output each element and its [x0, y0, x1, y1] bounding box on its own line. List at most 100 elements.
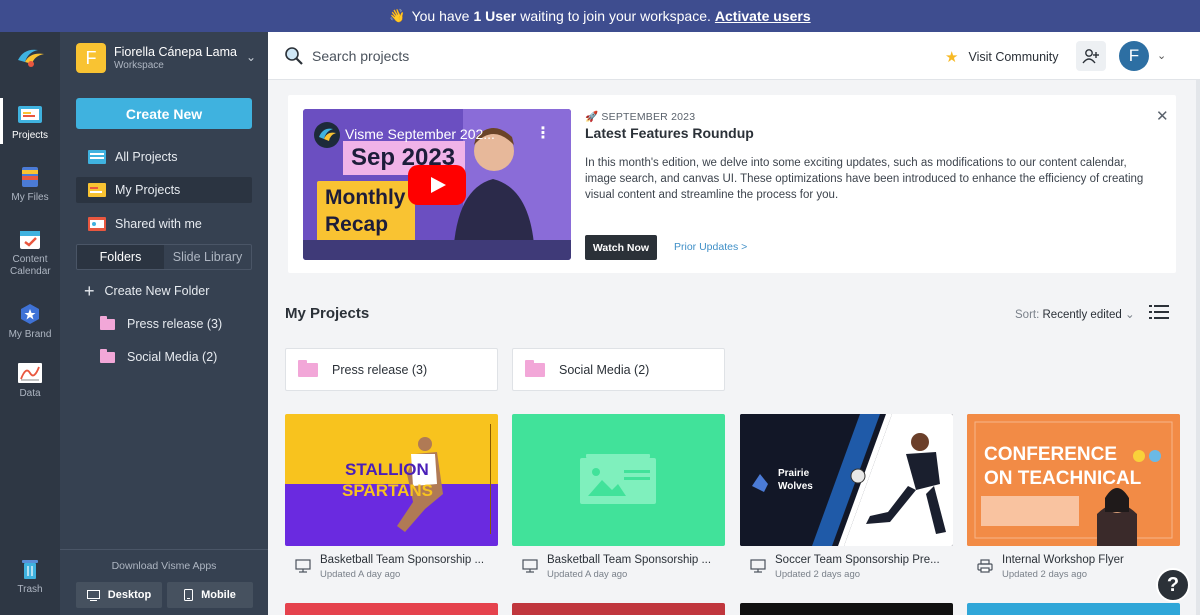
- project-card-info[interactable]: Soccer Team Sponsorship Pre... Updated 2…: [740, 553, 953, 587]
- banner-prefix: You have: [411, 8, 470, 24]
- project-title: Internal Workshop Flyer: [1002, 554, 1124, 566]
- projects-icon: [18, 106, 42, 123]
- plus-icon: +: [84, 281, 95, 301]
- phone-icon: [184, 589, 194, 601]
- close-icon[interactable]: ✕: [1156, 107, 1169, 125]
- shared-icon: [88, 217, 106, 231]
- activate-users-link[interactable]: Activate users: [715, 8, 811, 24]
- page-title: My Projects: [285, 305, 370, 322]
- more-options-icon[interactable]: ⋮: [535, 123, 551, 143]
- project-updated: Updated 2 days ago: [775, 569, 861, 580]
- rail-content-calendar[interactable]: Content Calendar: [0, 228, 60, 278]
- thumbnail-line-1: STALLION: [345, 460, 429, 479]
- project-card-info[interactable]: Internal Workshop Flyer Updated 2 days a…: [967, 553, 1180, 587]
- workspace-switcher[interactable]: F Fiorella Cánepa Lama Workspace ⌄: [76, 42, 256, 74]
- projects-sidebar: F Fiorella Cánepa Lama Workspace ⌄ Creat…: [60, 32, 268, 615]
- watch-now-button[interactable]: Watch Now: [585, 235, 657, 260]
- video-thumbnail[interactable]: Visme September 202... ⋮ Sep 2023 Monthl…: [303, 109, 571, 260]
- prior-updates-link[interactable]: Prior Updates >: [674, 241, 747, 253]
- banner-count: 1 User: [473, 8, 517, 24]
- sidebar-tabs: Folders Slide Library: [76, 244, 252, 270]
- update-date: 🚀 SEPTEMBER 2023: [585, 111, 696, 123]
- list-view-icon[interactable]: [1149, 304, 1169, 320]
- tab-slide-library[interactable]: Slide Library: [164, 245, 251, 269]
- presentation-icon: [295, 559, 311, 573]
- project-card-thumbnail[interactable]: [285, 603, 498, 615]
- tab-folders[interactable]: Folders: [77, 245, 164, 269]
- play-button-icon[interactable]: [408, 165, 466, 205]
- mobile-download-button[interactable]: Mobile: [167, 582, 253, 608]
- thumbnail-line-1: CONFERENCE: [984, 444, 1118, 465]
- search-icon: [285, 47, 303, 65]
- project-card-thumbnail[interactable]: [512, 414, 725, 546]
- channel-logo-icon: [314, 122, 340, 148]
- search-input[interactable]: [312, 44, 612, 68]
- project-card-info[interactable]: Basketball Team Sponsorship ... Updated …: [285, 553, 498, 587]
- rail-data[interactable]: Data: [0, 362, 60, 400]
- project-card-thumbnail[interactable]: [512, 603, 725, 615]
- folder-icon: [298, 359, 318, 377]
- chevron-down-icon[interactable]: ⌄: [1157, 49, 1166, 62]
- print-icon: [977, 559, 993, 573]
- nav-shared-with-me[interactable]: Shared with me: [76, 211, 252, 237]
- nav-my-projects[interactable]: My Projects: [76, 177, 252, 203]
- workspace-banner: 👋 You have 1 User waiting to join your w…: [0, 0, 1200, 32]
- main-content: ★ Visit Community F ⌄ Visme September 20…: [268, 32, 1200, 615]
- nav-all-projects[interactable]: All Projects: [76, 144, 252, 170]
- folder-icon: [525, 359, 545, 377]
- folder-card-social-media[interactable]: Social Media (2): [512, 348, 725, 391]
- project-card-info[interactable]: Basketball Team Sponsorship ... Updated …: [512, 553, 725, 587]
- scrollbar[interactable]: [1196, 80, 1200, 615]
- rail-projects[interactable]: Projects: [0, 98, 60, 144]
- video-title: Visme September 202...: [345, 126, 495, 142]
- star-icon: ★: [945, 49, 959, 66]
- all-projects-icon: [88, 150, 106, 164]
- folder-card-press-release[interactable]: Press release (3): [285, 348, 498, 391]
- banner-suffix: waiting to join your workspace.: [520, 8, 711, 24]
- visit-community-link[interactable]: ★ Visit Community: [945, 48, 1059, 66]
- user-avatar[interactable]: F: [1119, 41, 1149, 71]
- project-title: Soccer Team Sponsorship Pre...: [775, 554, 940, 566]
- project-card-thumbnail[interactable]: CONFERENCE ON TEACHNICAL: [967, 414, 1180, 546]
- workspace-avatar: F: [76, 43, 106, 73]
- update-description: In this month's edition, we delve into s…: [585, 157, 1144, 201]
- create-new-button[interactable]: Create New: [76, 98, 252, 129]
- monitor-icon: [86, 589, 100, 601]
- sidebar-folder-social-media[interactable]: Social Media (2): [84, 346, 217, 368]
- add-user-button[interactable]: [1076, 41, 1106, 71]
- project-title: Basketball Team Sponsorship ...: [320, 554, 485, 566]
- create-new-folder-button[interactable]: + Create New Folder: [84, 280, 209, 302]
- update-title: Latest Features Roundup: [585, 125, 754, 141]
- help-button[interactable]: ?: [1156, 568, 1190, 602]
- sidebar-folder-press-release[interactable]: Press release (3): [84, 313, 222, 335]
- download-apps: Download Visme Apps Desktop Mobile: [60, 549, 268, 615]
- project-updated: Updated A day ago: [320, 569, 401, 580]
- project-title: Basketball Team Sponsorship ...: [547, 554, 712, 566]
- app-rail: Projects My Files Content Calendar My Br…: [0, 32, 60, 615]
- visme-logo-icon[interactable]: [16, 46, 46, 70]
- desktop-download-button[interactable]: Desktop: [76, 582, 162, 608]
- project-card-thumbnail[interactable]: [967, 603, 1180, 615]
- project-card-thumbnail[interactable]: Prairie Wolves: [740, 414, 953, 546]
- presentation-icon: [750, 559, 766, 573]
- calendar-icon: [20, 231, 40, 249]
- rail-my-files[interactable]: My Files: [0, 166, 60, 204]
- thumbnail-line-2: SPARTANS: [342, 481, 433, 500]
- thumbnail-line-2: ON TEACHNICAL: [984, 468, 1142, 489]
- folder-icon: [100, 315, 115, 330]
- my-projects-icon: [88, 183, 106, 197]
- chevron-down-icon: ⌄: [1124, 309, 1135, 321]
- project-updated: Updated 2 days ago: [1002, 569, 1088, 580]
- project-card-thumbnail[interactable]: [740, 603, 953, 615]
- presentation-icon: [522, 559, 538, 573]
- rail-my-brand[interactable]: My Brand: [0, 303, 60, 341]
- thumbnail-line-1: Prairie: [778, 468, 810, 479]
- workspace-subtitle: Workspace: [114, 59, 164, 71]
- sort-dropdown[interactable]: Sort: Recently edited ⌄: [1015, 307, 1135, 321]
- project-card-thumbnail[interactable]: STALLION SPARTANS: [285, 414, 498, 546]
- add-user-icon: [1082, 49, 1099, 64]
- data-icon: [18, 363, 42, 383]
- brand-icon: [21, 304, 39, 324]
- rail-trash[interactable]: Trash: [0, 558, 60, 596]
- placeholder-image-icon: [580, 454, 656, 504]
